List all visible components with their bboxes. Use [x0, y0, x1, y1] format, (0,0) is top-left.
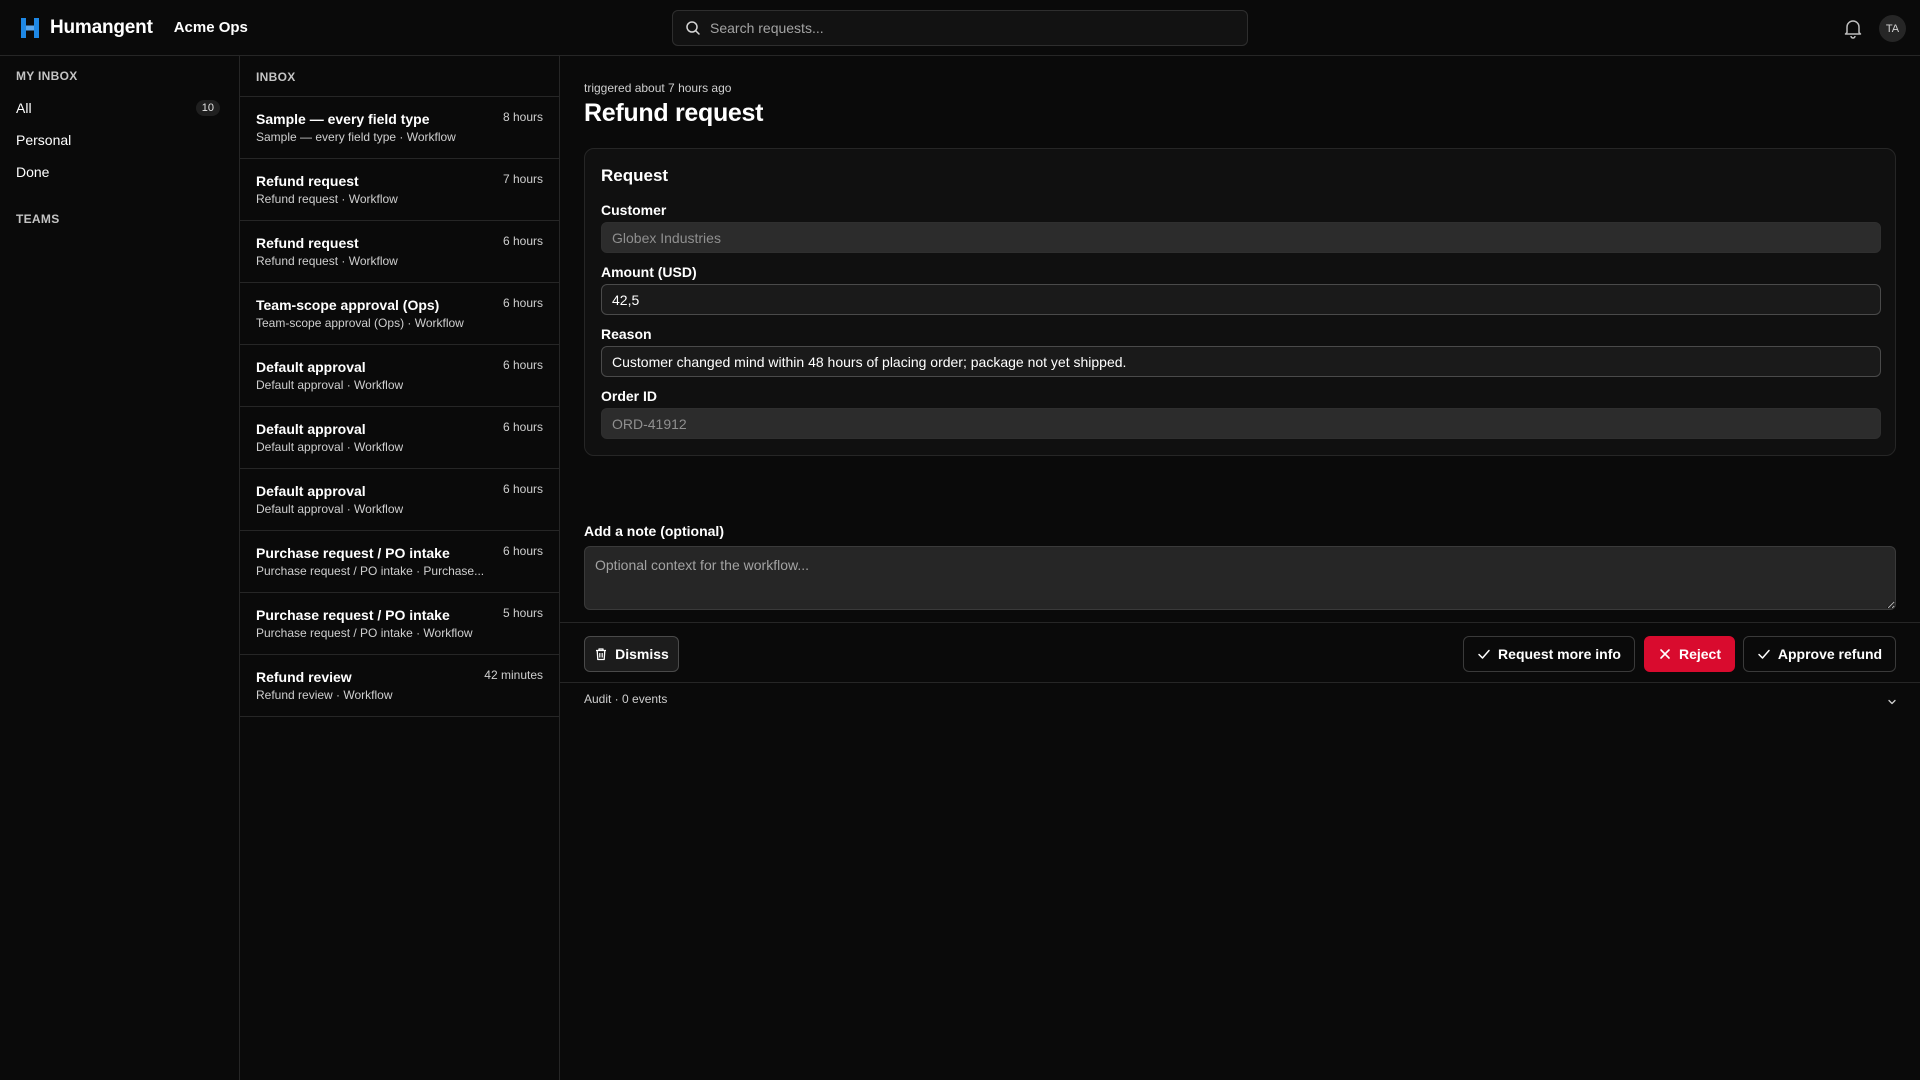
chevron-down-icon[interactable]: [1886, 696, 1898, 708]
inbox-item-title: Refund request: [256, 173, 359, 189]
inbox-item-time: 42 minutes: [484, 668, 543, 682]
request-more-info-button[interactable]: Request more info: [1463, 636, 1635, 672]
amount-field[interactable]: [601, 284, 1881, 315]
inbox-item-title: Refund request: [256, 235, 359, 251]
inbox-item-subtitle: Default approval · Workflow: [256, 378, 404, 392]
inbox-item-time: 8 hours: [502, 110, 543, 124]
inbox-item-time: 6 hours: [502, 482, 543, 496]
reject-button[interactable]: Reject: [1644, 636, 1735, 672]
sidebar-item-label: Personal: [16, 132, 72, 148]
inbox-item-subtitle: Team-scope approval (Ops) · Workflow: [256, 316, 464, 330]
inbox-item-time: 6 hours: [502, 234, 543, 248]
triggered-timestamp: triggered about 7 hours ago: [584, 81, 732, 95]
request-more-info-label: Request more info: [1498, 646, 1621, 662]
sidebar-item-done[interactable]: Done: [16, 160, 224, 184]
inbox-heading: INBOX: [256, 70, 296, 84]
dismiss-label: Dismiss: [615, 646, 669, 662]
inbox-item[interactable]: Refund request Refund request · Workflow…: [240, 221, 559, 283]
note-textarea[interactable]: [584, 546, 1896, 610]
inbox-item-time: 6 hours: [502, 296, 543, 310]
top-bar: Humangent Acme Ops TA: [0, 0, 1920, 56]
sidebar-item-personal[interactable]: Personal: [16, 128, 224, 152]
inbox-item-subtitle: Sample — every field type · Workflow: [256, 130, 456, 144]
inbox-item-title: Sample — every field type: [256, 111, 430, 127]
inbox-item-title: Default approval: [256, 483, 366, 499]
amount-label: Amount (USD): [601, 264, 697, 280]
action-bar: Dismiss Request more info Reject Approve…: [560, 622, 1920, 683]
sidebar: MY INBOX All 10 Personal Done TEAMS: [0, 56, 240, 1080]
customer-field: [601, 222, 1881, 253]
search-bar[interactable]: [672, 10, 1248, 46]
audit-toggle[interactable]: Audit · 0 events: [584, 692, 667, 706]
notifications-bell-icon[interactable]: [1842, 17, 1864, 39]
brand[interactable]: Humangent: [18, 16, 153, 40]
search-input[interactable]: [710, 20, 1230, 36]
app-name: Humangent: [50, 16, 153, 38]
org-switcher[interactable]: Acme Ops: [174, 19, 248, 36]
approve-refund-label: Approve refund: [1777, 646, 1883, 662]
sidebar-item-label: Done: [16, 164, 50, 180]
user-avatar[interactable]: TA: [1879, 15, 1906, 42]
reject-label: Reject: [1678, 646, 1722, 662]
inbox-item-subtitle: Default approval · Workflow: [256, 502, 404, 516]
teams-heading: TEAMS: [16, 212, 60, 226]
dismiss-button[interactable]: Dismiss: [584, 636, 679, 672]
check-icon: [1758, 649, 1770, 659]
close-icon: [1660, 649, 1670, 659]
inbox-item-title: Team-scope approval (Ops): [256, 297, 440, 313]
inbox-item-subtitle: Refund request · Workflow: [256, 192, 398, 206]
inbox-item-title: Default approval: [256, 421, 366, 437]
inbox-item-time: 6 hours: [502, 420, 543, 434]
request-card: Request Customer Amount (USD) Reason Ord…: [584, 148, 1896, 456]
reason-label: Reason: [601, 326, 652, 342]
inbox-item-title: Refund review: [256, 669, 352, 685]
check-icon: [1478, 649, 1490, 659]
note-label: Add a note (optional): [584, 523, 724, 539]
inbox-item[interactable]: Refund review Refund review · Workflow 4…: [240, 655, 559, 717]
reason-field[interactable]: [601, 346, 1881, 377]
inbox-list: Sample — every field type Sample — every…: [240, 96, 559, 717]
my-inbox-heading: MY INBOX: [16, 69, 78, 83]
inbox-item-subtitle: Purchase request / PO intake · Workflow: [256, 626, 473, 640]
sidebar-item-all[interactable]: All 10: [16, 96, 224, 120]
inbox-item-title: Purchase request / PO intake: [256, 545, 450, 561]
inbox-item[interactable]: Default approval Default approval · Work…: [240, 345, 559, 407]
sidebar-item-label: All: [16, 100, 32, 116]
inbox-item-time: 5 hours: [502, 606, 543, 620]
inbox-item-subtitle: Refund request · Workflow: [256, 254, 398, 268]
inbox-item-time: 6 hours: [502, 358, 543, 372]
inbox-item[interactable]: Refund request Refund request · Workflow…: [240, 159, 559, 221]
count-badge: 10: [195, 100, 220, 116]
inbox-item[interactable]: Team-scope approval (Ops) Team-scope app…: [240, 283, 559, 345]
inbox-item-subtitle: Purchase request / PO intake · Purchase.…: [256, 564, 485, 578]
customer-label: Customer: [601, 202, 667, 218]
request-detail: triggered about 7 hours ago Refund reque…: [560, 56, 1920, 1080]
inbox-panel: INBOX Sample — every field type Sample —…: [240, 56, 560, 1080]
inbox-item-title: Purchase request / PO intake: [256, 607, 450, 623]
search-icon: [686, 21, 700, 35]
page-title: Refund request: [584, 99, 764, 127]
card-title: Request: [601, 166, 669, 185]
inbox-item[interactable]: Purchase request / PO intake Purchase re…: [240, 593, 559, 655]
trash-icon: [596, 648, 607, 661]
inbox-item-subtitle: Default approval · Workflow: [256, 440, 404, 454]
inbox-item-time: 6 hours: [502, 544, 543, 558]
approve-refund-button[interactable]: Approve refund: [1743, 636, 1896, 672]
inbox-item[interactable]: Default approval Default approval · Work…: [240, 469, 559, 531]
inbox-item[interactable]: Default approval Default approval · Work…: [240, 407, 559, 469]
order-id-field: [601, 408, 1881, 439]
inbox-item[interactable]: Purchase request / PO intake Purchase re…: [240, 531, 559, 593]
inbox-item-subtitle: Refund review · Workflow: [256, 688, 393, 702]
humangent-logo-icon: [21, 17, 39, 38]
order-id-label: Order ID: [601, 388, 658, 404]
inbox-item[interactable]: Sample — every field type Sample — every…: [240, 97, 559, 159]
inbox-item-title: Default approval: [256, 359, 366, 375]
inbox-item-time: 7 hours: [502, 172, 543, 186]
